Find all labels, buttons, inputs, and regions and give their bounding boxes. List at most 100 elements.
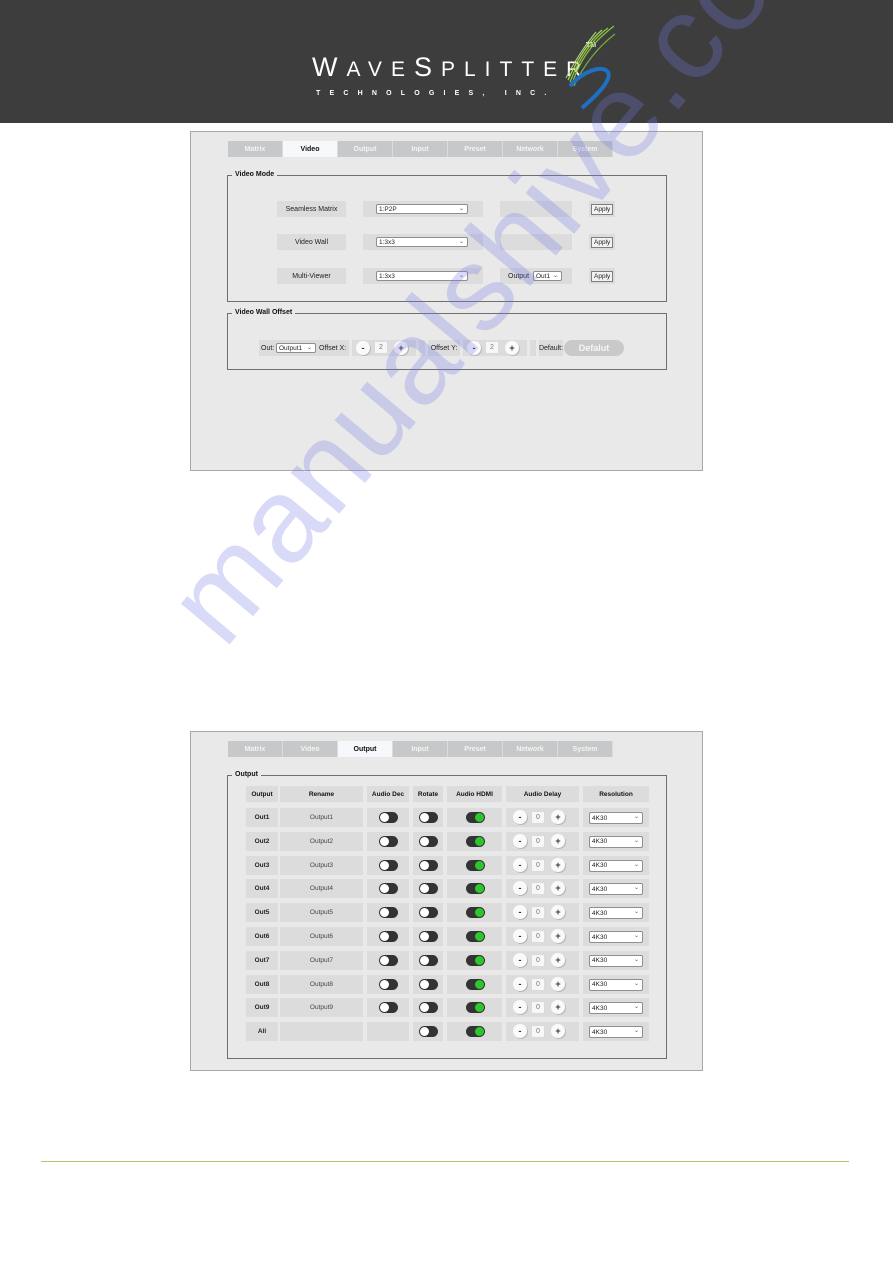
rename-field[interactable]: Output2 [280, 831, 363, 851]
seamless-matrix-select[interactable]: 1:P2P ⌄ [376, 204, 468, 214]
rename-field[interactable] [280, 1022, 363, 1042]
delay-increment-button[interactable]: + [551, 881, 565, 896]
offset-y-value[interactable]: 2 [485, 341, 499, 354]
resolution-select[interactable]: 4K30 ⌄ [589, 954, 643, 967]
offset-y-increment-button[interactable]: + [505, 341, 519, 355]
tab-video[interactable]: Video [283, 141, 338, 157]
delay-value[interactable]: 0 [531, 811, 545, 824]
audio-dec-toggle[interactable] [379, 907, 398, 919]
multi-viewer-select[interactable]: 1:3x3 ⌄ [376, 271, 468, 281]
audio-dec-toggle[interactable] [379, 859, 398, 871]
audio-hdmi-toggle[interactable] [465, 954, 485, 966]
rotate-toggle[interactable] [419, 907, 438, 919]
rotate-toggle[interactable] [419, 812, 438, 823]
audio-dec-toggle[interactable] [379, 835, 398, 847]
video-wall-select[interactable]: 1:3x3 ⌄ [376, 237, 468, 247]
delay-increment-button[interactable]: + [551, 976, 565, 991]
tab-input[interactable]: Input [393, 141, 448, 157]
delay-decrement-button[interactable]: - [513, 929, 527, 943]
tab-input[interactable]: Input [393, 741, 448, 757]
resolution-select[interactable]: 4K30 ⌄ [589, 978, 643, 991]
tab-network[interactable]: Network [503, 741, 558, 757]
delay-decrement-button[interactable]: - [513, 833, 527, 848]
offset-x-increment-button[interactable]: + [394, 341, 408, 355]
delay-value[interactable]: 0 [531, 834, 545, 848]
audio-hdmi-toggle[interactable] [465, 859, 485, 871]
audio-dec-toggle[interactable] [379, 883, 398, 895]
offset-x-decrement-button[interactable]: - [356, 341, 370, 355]
delay-value[interactable]: 0 [531, 1001, 545, 1015]
resolution-select[interactable]: 4K30 ⌄ [589, 1002, 643, 1015]
rotate-toggle[interactable] [419, 978, 438, 990]
resolution-select[interactable]: 4K30 ⌄ [589, 859, 643, 872]
audio-dec-toggle[interactable] [379, 1002, 398, 1014]
rename-field[interactable]: Output9 [280, 998, 363, 1018]
delay-value[interactable]: 0 [531, 1025, 545, 1039]
offset-y-decrement-button[interactable]: - [467, 341, 481, 355]
resolution-select[interactable]: 4K30 ⌄ [589, 835, 643, 848]
delay-value[interactable]: 0 [531, 858, 545, 872]
delay-decrement-button[interactable]: - [513, 1024, 527, 1039]
tab-system[interactable]: System [558, 141, 613, 157]
tab-output[interactable]: Output [338, 741, 393, 757]
rename-field[interactable]: Output8 [280, 974, 363, 994]
resolution-select[interactable]: 4K30 ⌄ [589, 812, 643, 824]
rotate-toggle[interactable] [419, 1026, 438, 1038]
delay-increment-button[interactable]: + [551, 905, 565, 920]
delay-increment-button[interactable]: + [551, 1000, 565, 1015]
apply-button[interactable]: Apply [591, 271, 614, 282]
rotate-toggle[interactable] [419, 954, 438, 966]
rotate-toggle[interactable] [419, 1002, 438, 1014]
delay-increment-button[interactable]: + [551, 833, 565, 848]
delay-value[interactable]: 0 [531, 930, 545, 943]
rename-field[interactable]: Output5 [280, 903, 363, 923]
delay-decrement-button[interactable]: - [513, 952, 527, 967]
multi-viewer-output-select[interactable]: Out1 ⌄ [533, 271, 562, 281]
delay-increment-button[interactable]: + [551, 1024, 565, 1039]
audio-dec-toggle[interactable] [379, 812, 398, 823]
rename-field[interactable]: Output6 [280, 927, 363, 946]
tab-output[interactable]: Output [338, 141, 393, 157]
delay-decrement-button[interactable]: - [513, 810, 527, 824]
rename-field[interactable]: Output7 [280, 950, 363, 970]
tab-preset[interactable]: Preset [448, 141, 503, 157]
rename-field[interactable]: Output3 [280, 855, 363, 875]
tab-matrix[interactable]: Matrix [228, 741, 283, 757]
resolution-select[interactable]: 4K30 ⌄ [589, 1026, 643, 1039]
audio-hdmi-toggle[interactable] [465, 812, 485, 823]
tab-matrix[interactable]: Matrix [228, 141, 283, 157]
delay-value[interactable]: 0 [531, 882, 545, 896]
rotate-toggle[interactable] [419, 931, 438, 942]
audio-hdmi-toggle[interactable] [465, 931, 485, 942]
rotate-toggle[interactable] [419, 883, 438, 895]
delay-decrement-button[interactable]: - [513, 1000, 527, 1015]
tab-preset[interactable]: Preset [448, 741, 503, 757]
audio-hdmi-toggle[interactable] [465, 1026, 485, 1038]
delay-decrement-button[interactable]: - [513, 881, 527, 896]
audio-dec-toggle[interactable] [379, 954, 398, 966]
audio-dec-toggle[interactable] [379, 978, 398, 990]
audio-hdmi-toggle[interactable] [465, 835, 485, 847]
delay-increment-button[interactable]: + [551, 810, 565, 824]
rename-field[interactable]: Output4 [280, 879, 363, 899]
tab-system[interactable]: System [558, 741, 613, 757]
audio-hdmi-toggle[interactable] [465, 1002, 485, 1014]
delay-increment-button[interactable]: + [551, 857, 565, 872]
rotate-toggle[interactable] [419, 835, 438, 847]
offset-x-value[interactable]: 2 [374, 341, 388, 354]
delay-decrement-button[interactable]: - [513, 857, 527, 872]
apply-button[interactable]: Apply [591, 237, 614, 248]
default-button[interactable]: Defalut [564, 340, 624, 356]
delay-value[interactable]: 0 [531, 953, 545, 967]
apply-button[interactable]: Apply [591, 204, 614, 215]
audio-dec-toggle[interactable] [379, 931, 398, 942]
delay-increment-button[interactable]: + [551, 929, 565, 943]
tab-video[interactable]: Video [283, 741, 338, 757]
resolution-select[interactable]: 4K30 ⌄ [589, 907, 643, 920]
tab-network[interactable]: Network [503, 141, 558, 157]
audio-hdmi-toggle[interactable] [465, 907, 485, 919]
resolution-select[interactable]: 4K30 ⌄ [589, 883, 643, 896]
delay-decrement-button[interactable]: - [513, 905, 527, 920]
audio-hdmi-toggle[interactable] [465, 978, 485, 990]
rotate-toggle[interactable] [419, 859, 438, 871]
